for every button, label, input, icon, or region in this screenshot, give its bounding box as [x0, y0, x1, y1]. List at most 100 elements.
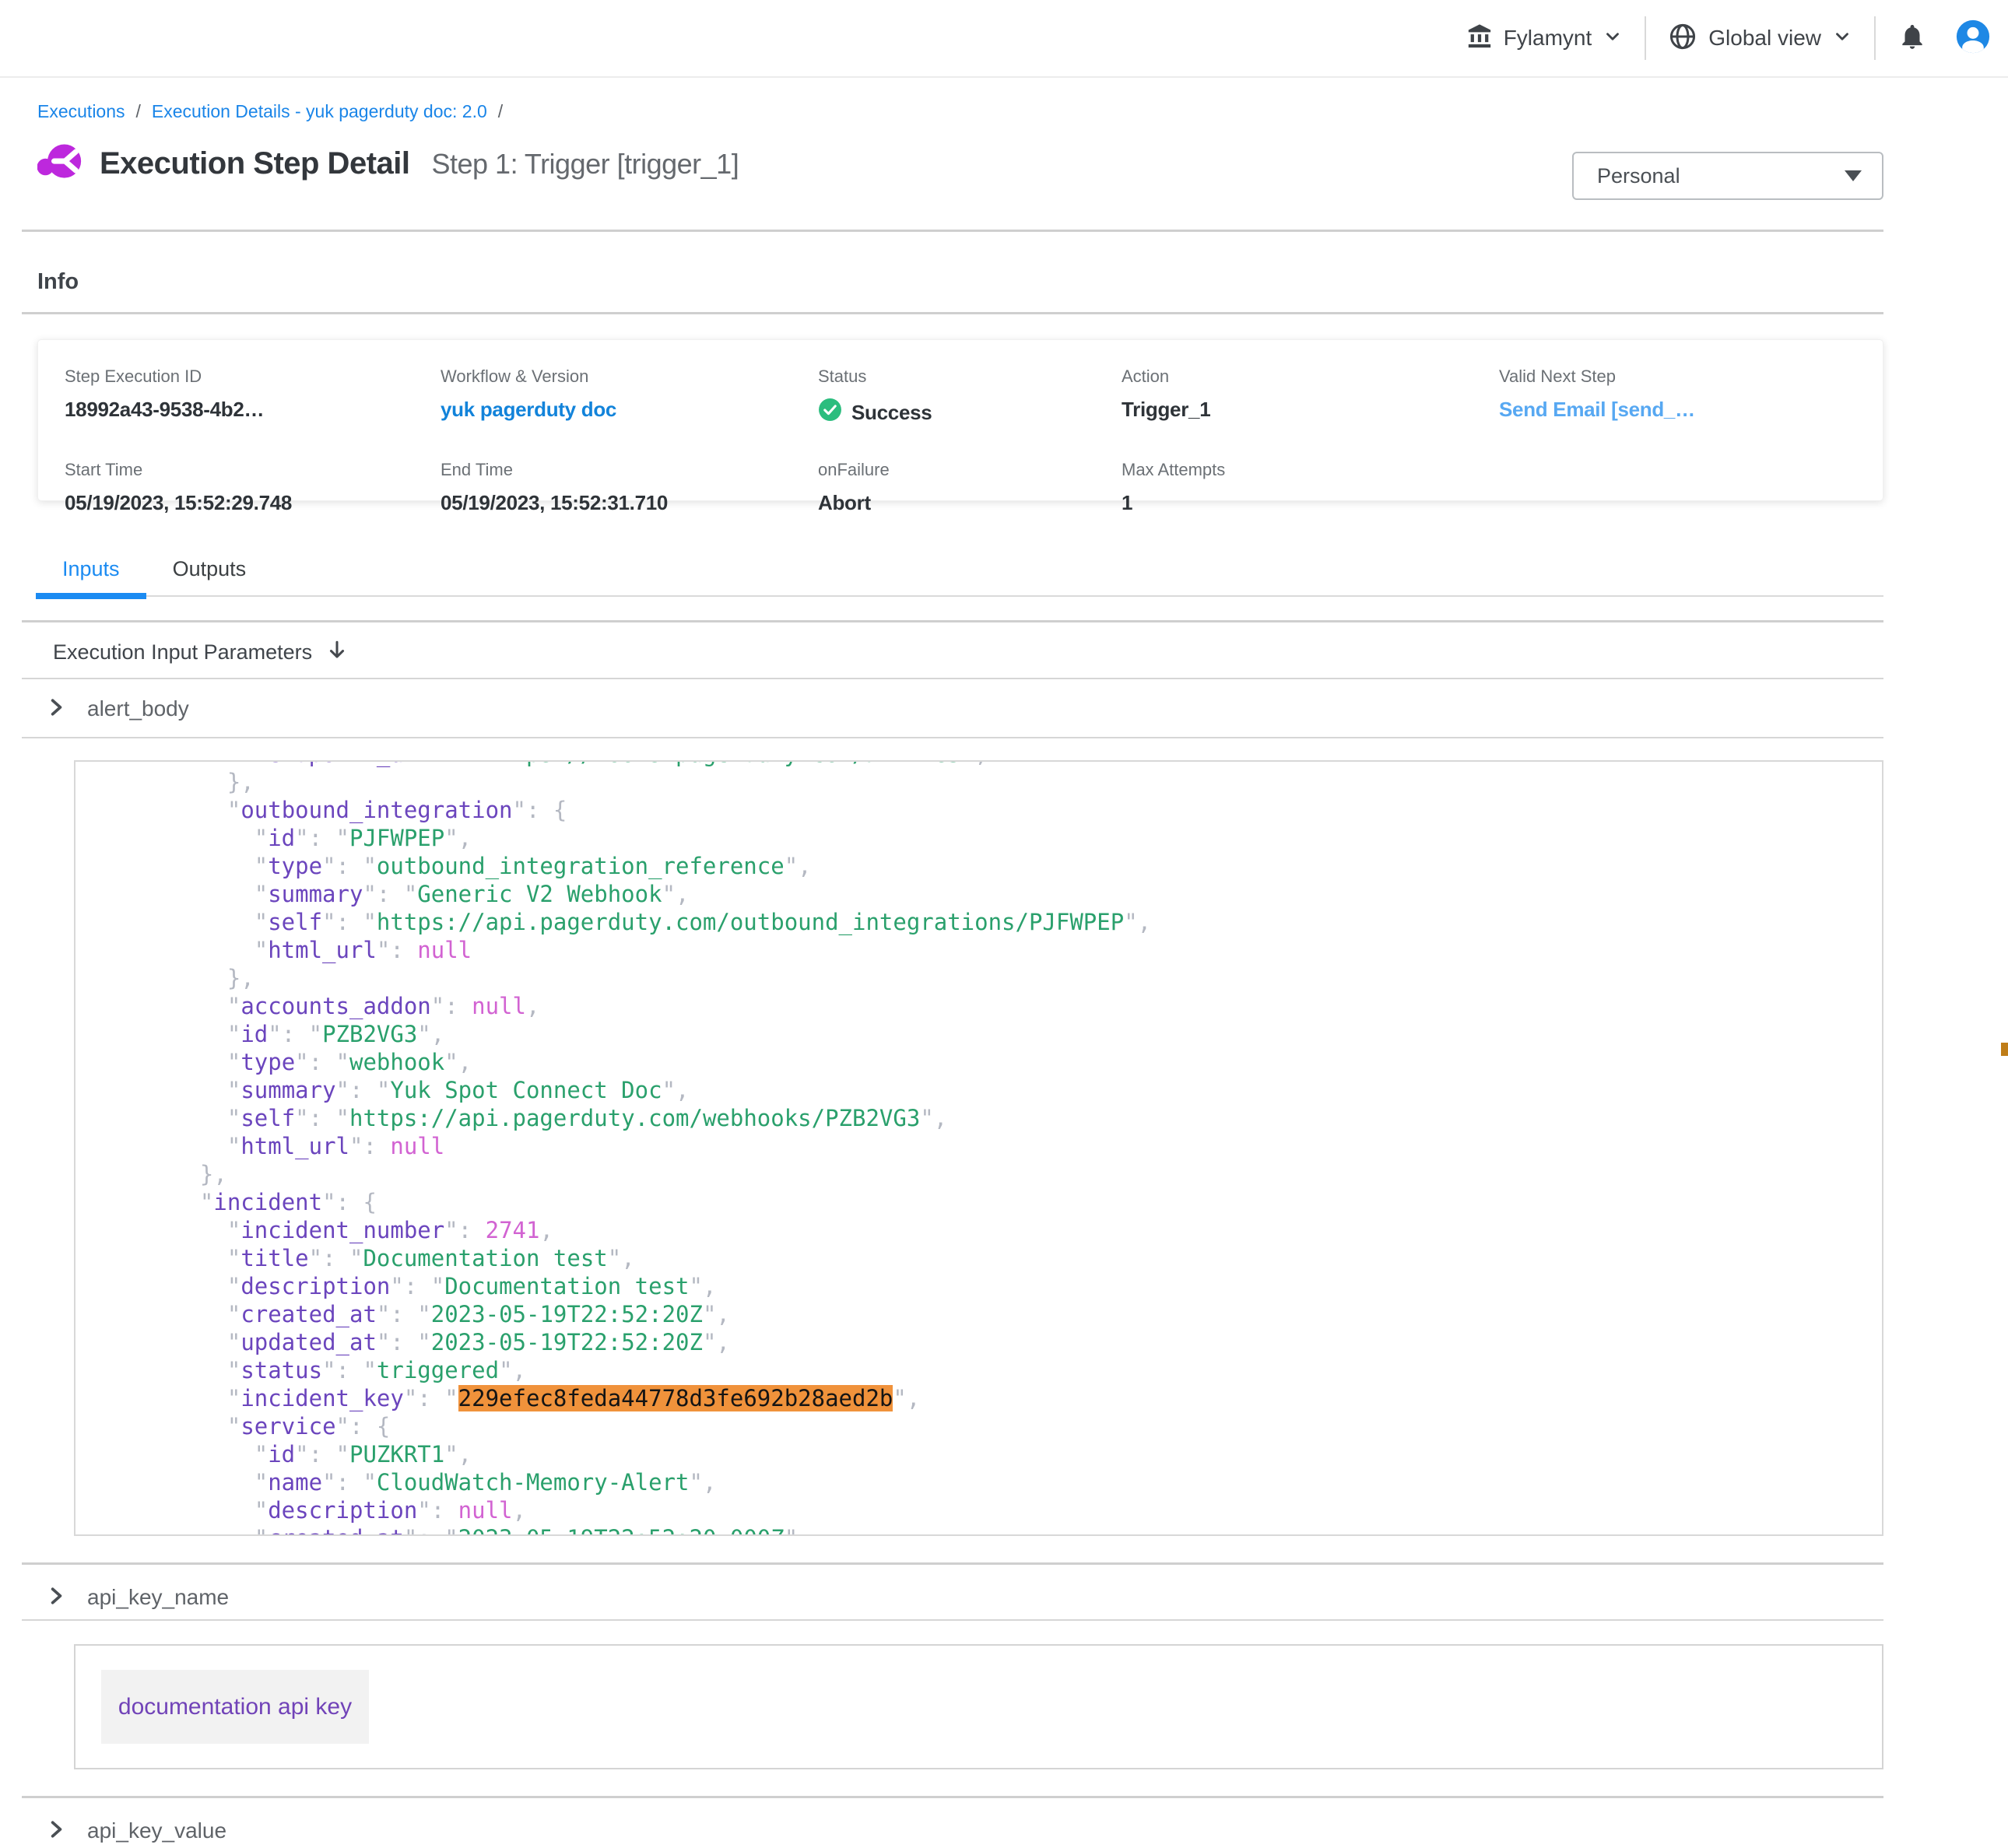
section-divider [22, 620, 1883, 622]
code-line: "created_at": "2023-05-19T22:52:20Z", [173, 1300, 1882, 1328]
alert-body-json-viewer[interactable]: "endpoint_url": "https://hooks.pagerduty… [74, 760, 1883, 1536]
page-header: Execution Step Detail Step 1: Trigger [t… [37, 141, 1883, 200]
code-line: "outbound_integration": { [173, 796, 1882, 824]
code-line: "id": "PJFWPEP", [173, 824, 1882, 852]
info-field-label: Max Attempts [1122, 460, 1499, 480]
info-divider [22, 312, 1883, 314]
info-card: Step Execution ID 18992a43-9538-4b2…Workf… [37, 339, 1883, 501]
code-line: "id": "PZB2VG3", [173, 1020, 1882, 1048]
code-line: }, [173, 964, 1882, 992]
code-line-partial: "endpoint_url": "https://hooks.pagerduty… [173, 760, 1882, 768]
bank-icon [1466, 23, 1493, 54]
chevron-right-icon [47, 1586, 65, 1610]
scope-selected-value: Personal [1597, 164, 1680, 188]
chevron-right-icon [47, 1819, 65, 1843]
view-label: Global view [1708, 26, 1821, 51]
breadcrumb-link[interactable]: Executions [37, 101, 125, 122]
code-line: "self": "https://api.pagerduty.com/outbo… [173, 908, 1882, 936]
info-field-value: 05/19/2023, 15:52:31.710 [441, 491, 818, 515]
topbar: Fylamynt Global view [0, 0, 2008, 78]
info-field-value[interactable]: Send Email [send_… [1499, 398, 1883, 422]
alert-body-expander[interactable]: alert_body [37, 696, 1883, 721]
info-field: ActionTrigger_1 [1122, 366, 1499, 427]
info-field: Workflow & Version yuk pagerduty doc [441, 366, 818, 427]
code-line: "type": "outbound_integration_reference"… [173, 852, 1882, 880]
info-field: Status Success [818, 366, 1122, 427]
info-field-label: Action [1122, 366, 1499, 387]
info-field: Step Execution ID 18992a43-9538-4b2… [65, 366, 441, 427]
info-field-value[interactable]: yuk pagerduty doc [441, 398, 818, 422]
alert-body-label: alert_body [87, 696, 189, 721]
code-line: "title": "Documentation test", [173, 1244, 1882, 1272]
breadcrumb: Executions/Execution Details - yuk pager… [37, 101, 1883, 122]
info-field-value: Abort [818, 491, 1122, 515]
code-line: "description": null, [173, 1496, 1882, 1524]
page-title: Execution Step Detail [100, 146, 409, 181]
notifications-button[interactable] [1897, 22, 1927, 55]
account-button[interactable] [1955, 19, 1991, 58]
section-divider [22, 1619, 1883, 1621]
code-line: "summary": "Yuk Spot Connect Doc", [173, 1076, 1882, 1104]
info-field-label: Start Time [65, 460, 441, 480]
tab-outputs[interactable]: Outputs [146, 557, 273, 595]
org-switcher[interactable]: Fylamynt [1466, 23, 1624, 54]
execution-input-parameters-row[interactable]: Execution Input Parameters [37, 640, 1883, 665]
code-line: "incident_key": "229efec8feda44778d3fe69… [173, 1384, 1882, 1412]
code-line: }, [173, 1160, 1882, 1188]
code-line: "service": { [173, 1412, 1882, 1440]
code-line: "updated_at": "2023-05-19T22:52:20Z", [173, 1328, 1882, 1356]
code-line: }, [173, 768, 1882, 796]
info-field-label: Status [818, 366, 1122, 387]
bell-icon [1897, 22, 1927, 55]
info-field-label: Valid Next Step [1499, 366, 1883, 387]
code-line-partial: "created_at": "2023-05-19T22:52:20.000Z"… [173, 1524, 1882, 1536]
code-line: "incident_number": 2741, [173, 1216, 1882, 1244]
execution-input-parameters-label: Execution Input Parameters [53, 640, 312, 665]
code-line: "description": "Documentation test", [173, 1272, 1882, 1300]
code-line: "self": "https://api.pagerduty.com/webho… [173, 1104, 1882, 1132]
info-field: Start Time05/19/2023, 15:52:29.748 [65, 460, 441, 515]
info-field-label: Workflow & Version [441, 366, 818, 387]
scope-select[interactable]: Personal [1572, 152, 1883, 200]
api-key-name-expander[interactable]: api_key_name [37, 1585, 1883, 1610]
success-check-icon [818, 398, 842, 427]
code-line: "summary": "Generic V2 Webhook", [173, 880, 1882, 908]
info-field-label: Step Execution ID [65, 366, 441, 387]
code-line: "accounts_addon": null, [173, 992, 1882, 1020]
header-divider [22, 230, 1883, 232]
code-line: "html_url": null [173, 1132, 1882, 1160]
info-field-value: 18992a43-9538-4b2… [65, 398, 441, 422]
info-field-value: 1 [1122, 491, 1499, 515]
workflow-brand-icon [37, 141, 82, 187]
code-line: "status": "triggered", [173, 1356, 1882, 1384]
arrow-down-icon [326, 640, 348, 665]
api-key-value-expander[interactable]: api_key_value [37, 1818, 1883, 1843]
info-heading: Info [37, 269, 1883, 295]
search-highlight: 229efec8feda44778d3fe692b28aed2b [458, 1385, 893, 1411]
info-field-value: Success [818, 398, 1122, 427]
breadcrumb-link[interactable]: Execution Details - yuk pagerduty doc: 2… [152, 101, 487, 122]
status-text: Success [851, 401, 932, 425]
caret-down-icon [1845, 170, 1862, 181]
chevron-down-icon [1603, 26, 1623, 51]
tab-inputs[interactable]: Inputs [36, 557, 146, 595]
topbar-divider [1645, 16, 1646, 60]
info-field: End Time 05/19/2023, 15:52:31.710 [441, 460, 818, 515]
api-key-chip[interactable]: documentation api key [101, 1670, 369, 1744]
code-line: "name": "CloudWatch-Memory-Alert", [173, 1468, 1882, 1496]
section-divider [22, 737, 1883, 738]
info-field-label: onFailure [818, 460, 1122, 480]
code-line: "html_url": null [173, 936, 1882, 964]
page-subtitle: Step 1: Trigger [trigger_1] [431, 148, 739, 181]
section-divider [22, 1562, 1883, 1565]
main-content: Executions/Execution Details - yuk pager… [0, 101, 2008, 1843]
chevron-right-icon [47, 697, 65, 721]
api-key-name-label: api_key_name [87, 1585, 229, 1610]
api-key-name-box: documentation api key [74, 1644, 1883, 1769]
json-code: "endpoint_url": "https://hooks.pagerduty… [75, 760, 1882, 1536]
section-divider [22, 678, 1883, 679]
info-field-label: End Time [441, 460, 818, 480]
info-field: Max Attempts 1 [1122, 460, 1499, 515]
chevron-down-icon [1832, 26, 1852, 51]
view-switcher[interactable]: Global view [1668, 22, 1852, 55]
